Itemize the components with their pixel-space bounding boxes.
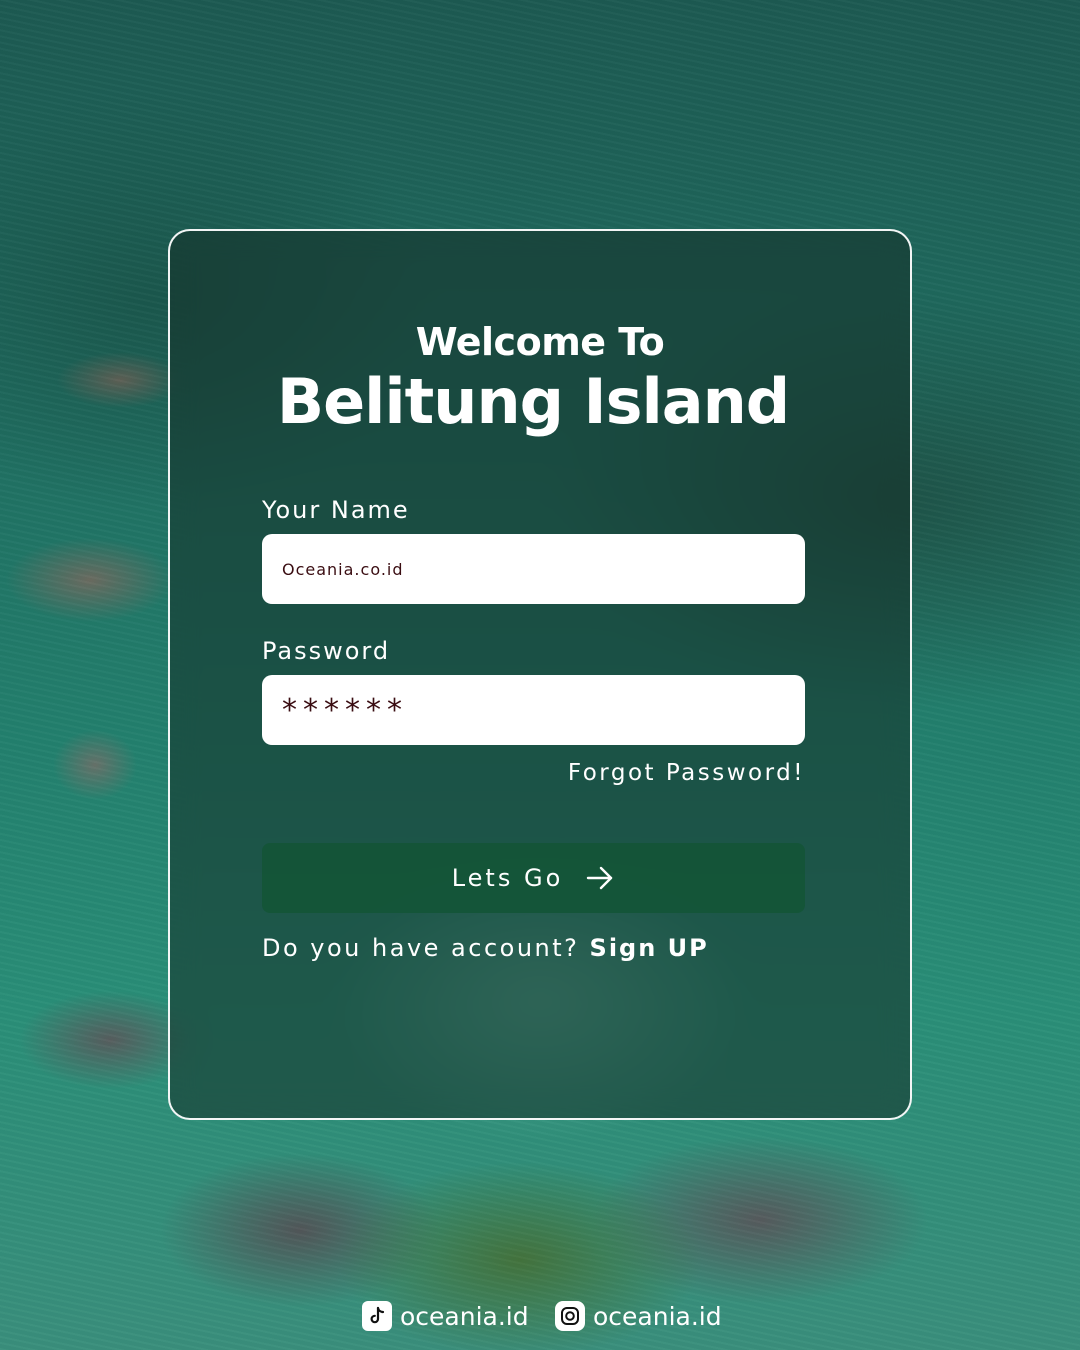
name-input[interactable] (262, 534, 805, 604)
signup-row: Do you have account? Sign UP (262, 934, 709, 962)
instagram-handle: oceania.id (593, 1301, 722, 1331)
signup-link[interactable]: Sign UP (590, 934, 709, 962)
forgot-password-link[interactable]: Forgot Password! (568, 760, 805, 786)
lets-go-button[interactable]: Lets Go (262, 843, 805, 913)
password-label: Password (262, 637, 391, 665)
page-title: Belitung Island (276, 365, 790, 438)
instagram-icon (555, 1301, 585, 1331)
signup-prompt: Do you have account? (262, 934, 580, 962)
tiktok-handle: oceania.id (400, 1301, 529, 1331)
password-input[interactable]: ****** (262, 675, 805, 745)
lets-go-label: Lets Go (451, 864, 564, 892)
welcome-heading: Welcome To (415, 320, 665, 364)
arrow-right-icon (585, 863, 615, 893)
instagram-link[interactable]: oceania.id (555, 1301, 722, 1331)
tiktok-icon (362, 1301, 392, 1331)
tiktok-link[interactable]: oceania.id (362, 1301, 529, 1331)
name-label: Your Name (262, 496, 410, 524)
